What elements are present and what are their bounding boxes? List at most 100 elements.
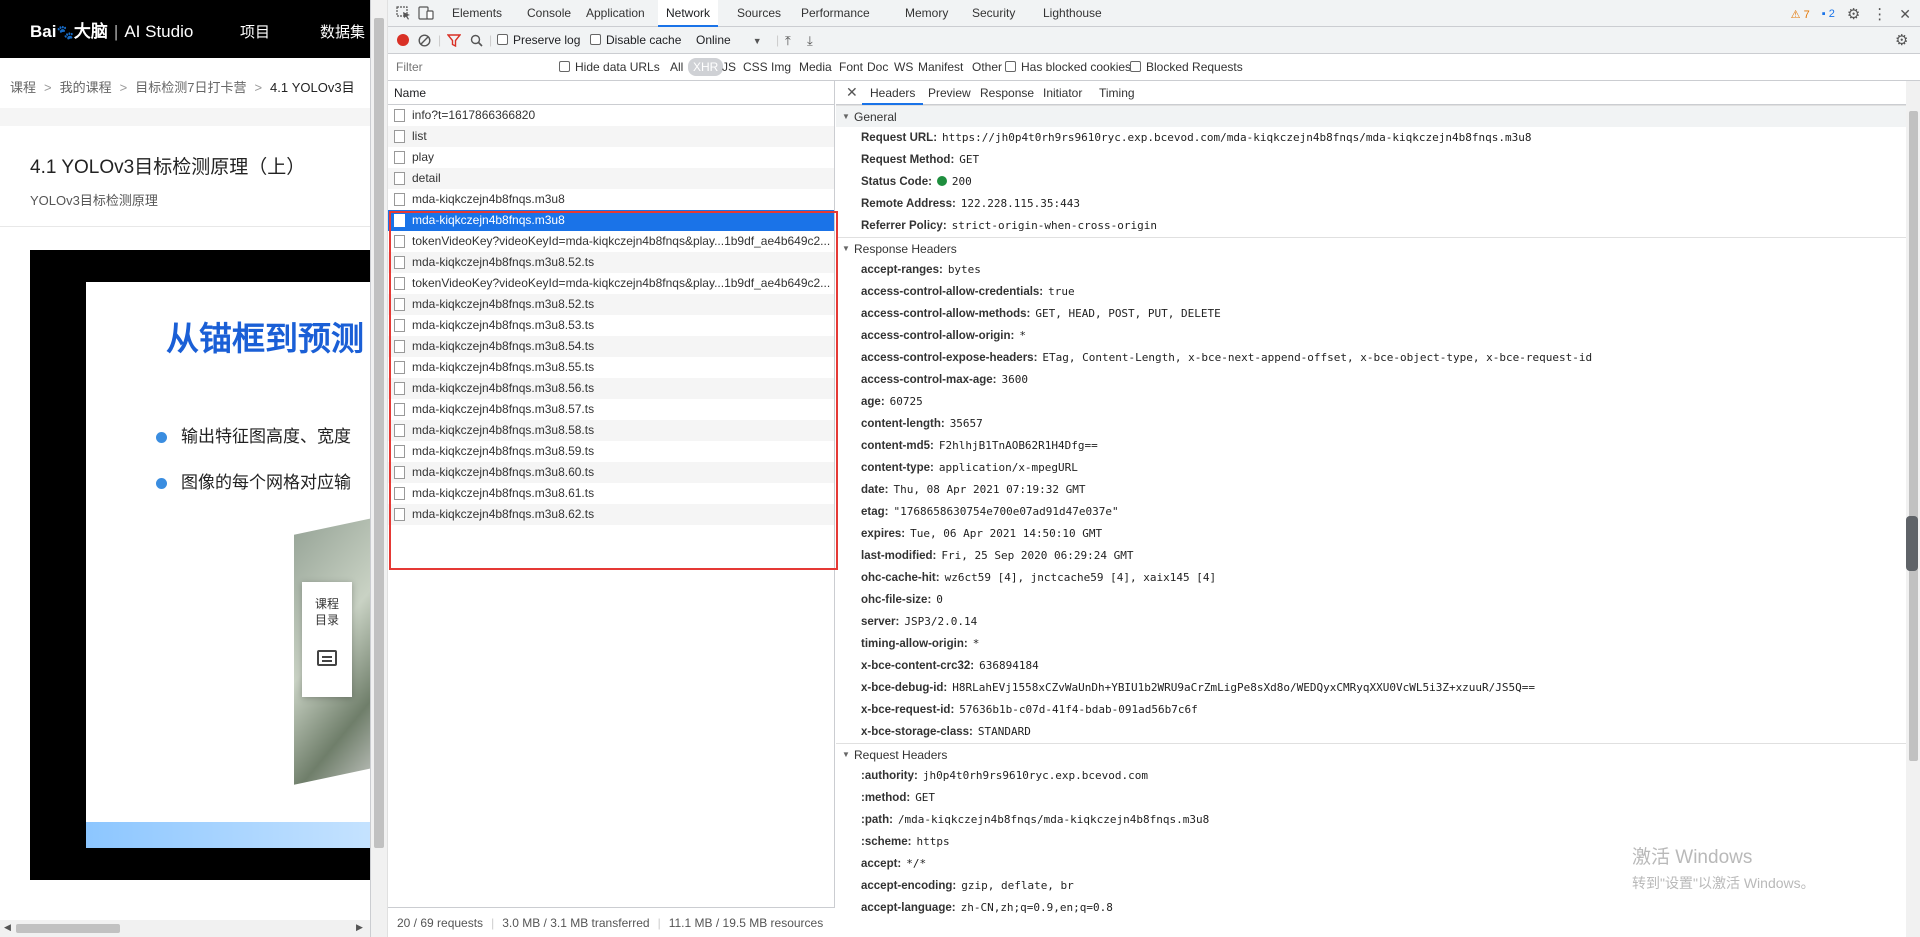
tab-memory[interactable]: Memory — [897, 0, 956, 27]
tab-timing[interactable]: Timing — [1091, 81, 1143, 105]
scrollbar-thumb[interactable] — [374, 18, 384, 848]
type-filter-doc[interactable]: Doc — [867, 54, 888, 81]
type-filter-media[interactable]: Media — [799, 54, 832, 81]
request-row[interactable]: mda-kiqkczejn4b8fnqs.m3u8.60.ts — [388, 462, 834, 483]
throttling-select[interactable]: Online ▼ — [696, 27, 762, 54]
request-row[interactable]: mda-kiqkczejn4b8fnqs.m3u8 — [388, 210, 834, 231]
header-key: Status Code: — [861, 176, 932, 188]
details-vertical-scrollbar[interactable] — [1906, 81, 1920, 937]
video-player[interactable]: 从锚框到预测 输出特征图高度、宽度 图像的每个网格对应输 — [30, 250, 370, 880]
tab-headers[interactable]: Headers — [862, 81, 924, 105]
close-devtools-icon[interactable]: ✕ — [1899, 6, 1911, 23]
request-row[interactable]: mda-kiqkczejn4b8fnqs.m3u8.58.ts — [388, 420, 834, 441]
tab-security[interactable]: Security — [964, 0, 1023, 27]
page-vertical-scrollbar[interactable] — [371, 0, 388, 937]
tab-application[interactable]: Application — [578, 0, 653, 27]
import-har-icon[interactable]: ⤒ — [785, 27, 791, 54]
type-filter-xhr[interactable]: XHR — [688, 58, 724, 76]
request-row[interactable]: mda-kiqkczejn4b8fnqs.m3u8 — [388, 189, 834, 210]
request-headers-section-header[interactable]: Request Headers — [836, 743, 1920, 766]
nav-datasets[interactable]: 数据集 — [320, 21, 365, 42]
course-catalog-label[interactable]: 课程 目录 — [302, 596, 352, 628]
column-header-name[interactable]: Name — [388, 81, 834, 105]
tab-initiator[interactable]: Initiator — [1035, 81, 1090, 105]
type-filter-manifest[interactable]: Manifest — [918, 54, 963, 81]
disable-cache-checkbox[interactable]: Disable cache — [590, 27, 681, 54]
scroll-right-arrow-icon[interactable]: ▶ — [356, 922, 363, 933]
request-row[interactable]: list — [388, 126, 834, 147]
device-toolbar-icon[interactable] — [418, 6, 434, 20]
checkbox-icon[interactable] — [590, 34, 601, 45]
warnings-badge[interactable]: ⚠ 7 — [1791, 8, 1810, 21]
general-section-header[interactable]: General — [836, 105, 1920, 128]
request-row[interactable]: mda-kiqkczejn4b8fnqs.m3u8.52.ts — [388, 294, 834, 315]
tab-console[interactable]: Console — [519, 0, 579, 27]
tab-sources[interactable]: Sources — [729, 0, 789, 27]
breadcrumb-my-course[interactable]: 我的课程 — [60, 80, 112, 95]
tab-preview[interactable]: Preview — [920, 81, 979, 105]
request-row[interactable]: mda-kiqkczejn4b8fnqs.m3u8.62.ts — [388, 504, 834, 525]
request-row[interactable]: mda-kiqkczejn4b8fnqs.m3u8.54.ts — [388, 336, 834, 357]
request-row[interactable]: mda-kiqkczejn4b8fnqs.m3u8.57.ts — [388, 399, 834, 420]
checkbox-icon[interactable] — [1130, 61, 1141, 72]
type-filter-css[interactable]: CSS — [743, 54, 768, 81]
request-name: mda-kiqkczejn4b8fnqs.m3u8 — [412, 213, 565, 227]
scrollbar-thumb[interactable] — [16, 924, 120, 933]
request-name: play — [412, 150, 435, 164]
checkbox-icon[interactable] — [1005, 61, 1016, 72]
type-filter-img[interactable]: Img — [771, 54, 791, 81]
clear-icon[interactable] — [418, 34, 431, 47]
type-filter-js[interactable]: JS — [722, 54, 736, 81]
breadcrumb-course[interactable]: 课程 — [10, 80, 36, 95]
type-filter-other[interactable]: Other — [972, 54, 1002, 81]
search-icon[interactable] — [470, 34, 483, 47]
tab-performance[interactable]: Performance — [793, 0, 878, 27]
nav-projects[interactable]: 项目 — [240, 21, 270, 42]
type-filter-font[interactable]: Font — [839, 54, 863, 81]
checkbox-icon[interactable] — [497, 34, 508, 45]
request-row[interactable]: mda-kiqkczejn4b8fnqs.m3u8.61.ts — [388, 483, 834, 504]
request-row[interactable]: mda-kiqkczejn4b8fnqs.m3u8.59.ts — [388, 441, 834, 462]
resize-handle[interactable] — [1906, 516, 1918, 571]
settings-gear-icon[interactable]: ⚙ — [1847, 5, 1860, 23]
request-name: mda-kiqkczejn4b8fnqs.m3u8.55.ts — [412, 360, 595, 374]
tab-lighthouse[interactable]: Lighthouse — [1035, 0, 1110, 27]
type-filter-ws[interactable]: WS — [894, 54, 913, 81]
response-headers-section-header[interactable]: Response Headers — [836, 237, 1920, 260]
more-options-icon[interactable]: ⋮ — [1872, 5, 1887, 23]
request-row[interactable]: play — [388, 147, 834, 168]
checkbox-icon[interactable] — [559, 61, 570, 72]
request-row[interactable]: mda-kiqkczejn4b8fnqs.m3u8.55.ts — [388, 357, 834, 378]
page-horizontal-scrollbar[interactable]: ◀ ▶ — [0, 920, 370, 937]
has-blocked-cookies-checkbox[interactable]: Has blocked cookies — [1005, 54, 1131, 81]
tab-elements[interactable]: Elements — [444, 0, 510, 27]
type-filter-all[interactable]: All — [670, 54, 683, 81]
filter-funnel-icon[interactable] — [447, 34, 461, 47]
scroll-left-arrow-icon[interactable]: ◀ — [4, 922, 11, 933]
hide-data-urls-checkbox[interactable]: Hide data URLs — [559, 54, 660, 81]
site-logo[interactable]: Bai🐾大脑 | AI Studio — [30, 17, 193, 42]
request-row[interactable]: mda-kiqkczejn4b8fnqs.m3u8.52.ts — [388, 252, 834, 273]
record-icon[interactable] — [397, 34, 409, 46]
request-row[interactable]: mda-kiqkczejn4b8fnqs.m3u8.53.ts — [388, 315, 834, 336]
breadcrumb-camp[interactable]: 目标检测7日打卡营 — [135, 80, 246, 95]
request-row[interactable]: mda-kiqkczejn4b8fnqs.m3u8.56.ts — [388, 378, 834, 399]
request-row[interactable]: info?t=1617866366820 — [388, 105, 834, 126]
tab-response[interactable]: Response — [972, 81, 1042, 105]
tab-network[interactable]: Network — [658, 0, 719, 27]
blocked-requests-checkbox[interactable]: Blocked Requests — [1130, 54, 1243, 81]
comment-icon[interactable] — [317, 650, 337, 666]
network-settings-icon[interactable]: ⚙ — [1895, 27, 1908, 54]
header-value: ETag, Content-Length, x-bce-next-append-… — [1042, 351, 1593, 364]
request-row[interactable]: tokenVideoKey?videoKeyId=mda-kiqkczejn4b… — [388, 231, 834, 252]
inspect-element-icon[interactable] — [396, 6, 412, 20]
export-har-icon[interactable]: ⤓ — [807, 27, 813, 54]
request-row[interactable]: tokenVideoKey?videoKeyId=mda-kiqkczejn4b… — [388, 273, 834, 294]
messages-badge[interactable]: ▪ 2 — [1822, 8, 1835, 20]
scrollbar-thumb[interactable] — [1909, 111, 1918, 761]
course-side-panel[interactable]: 课程 目录 — [302, 582, 352, 697]
request-row[interactable]: detail — [388, 168, 834, 189]
preserve-log-checkbox[interactable]: Preserve log — [497, 27, 580, 54]
close-details-icon[interactable]: ✕ — [846, 84, 858, 101]
filter-input[interactable] — [394, 58, 544, 77]
